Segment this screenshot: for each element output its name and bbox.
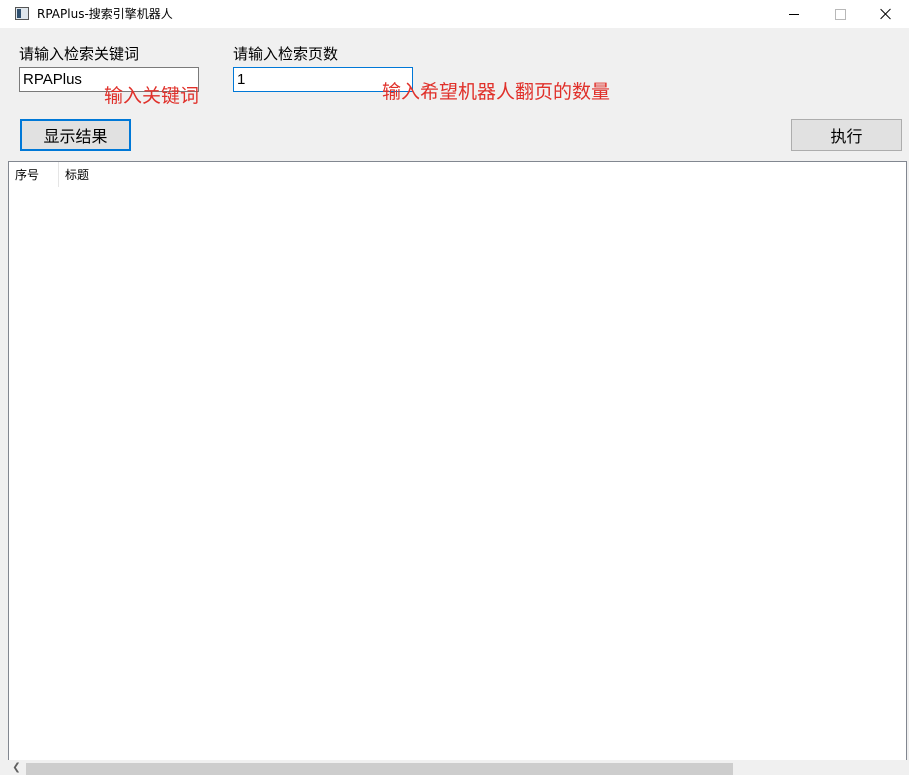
pages-hint-annotation: 输入希望机器人翻页的数量 <box>382 81 611 103</box>
execute-button[interactable]: 执行 <box>791 119 902 151</box>
minimize-button[interactable] <box>771 0 817 28</box>
column-header-index[interactable]: 序号 <box>9 162 59 187</box>
minimize-icon <box>789 13 799 15</box>
scroll-left-arrow-icon[interactable]: ❮ <box>8 760 25 775</box>
main-window: RPAPlus-搜索引擎机器人 请输入检索关键词 请输入检索页数 输入关键词 输… <box>0 0 909 775</box>
keyword-label: 请输入检索关键词 <box>19 45 140 63</box>
horizontal-scrollbar[interactable]: ❮ <box>8 760 907 775</box>
close-button[interactable] <box>863 0 909 28</box>
maximize-button[interactable] <box>817 0 863 28</box>
keyword-hint-annotation: 输入关键词 <box>104 85 200 107</box>
show-results-button[interactable]: 显示结果 <box>20 119 131 151</box>
title-bar[interactable]: RPAPlus-搜索引擎机器人 <box>0 0 909 28</box>
close-icon <box>880 8 892 20</box>
scrollbar-thumb[interactable] <box>26 763 733 775</box>
window-title: RPAPlus-搜索引擎机器人 <box>37 7 173 21</box>
app-window-icon <box>15 7 29 20</box>
pages-label: 请输入检索页数 <box>233 45 339 63</box>
results-list[interactable]: 序号 标题 <box>8 161 907 775</box>
column-header-title[interactable]: 标题 <box>59 162 259 187</box>
maximize-icon <box>834 8 846 20</box>
